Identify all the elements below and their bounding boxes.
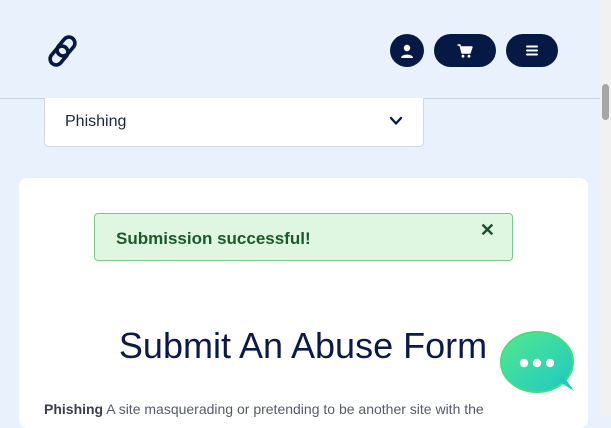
menu-icon xyxy=(526,45,538,56)
chat-bubble-icon xyxy=(500,331,574,393)
chain-link-logo-icon[interactable] xyxy=(46,33,84,69)
user-account-button[interactable] xyxy=(390,34,424,67)
chat-widget-button[interactable] xyxy=(498,329,578,395)
alert-close-button[interactable]: ✕ xyxy=(480,220,495,241)
abuse-type-select[interactable]: Phishing xyxy=(44,98,424,147)
cart-icon xyxy=(457,43,473,58)
menu-button[interactable] xyxy=(506,34,558,67)
page-scrollbar[interactable] xyxy=(600,0,611,415)
scrollbar-thumb[interactable] xyxy=(602,84,609,120)
user-icon xyxy=(401,44,413,58)
alert-message: Submission successful! xyxy=(116,229,311,248)
success-alert: Submission successful! ✕ xyxy=(94,213,513,261)
site-header xyxy=(0,0,600,99)
cart-button[interactable] xyxy=(434,34,496,67)
chevron-down-icon xyxy=(389,116,403,125)
abuse-type-selected-value: Phishing xyxy=(65,113,127,130)
